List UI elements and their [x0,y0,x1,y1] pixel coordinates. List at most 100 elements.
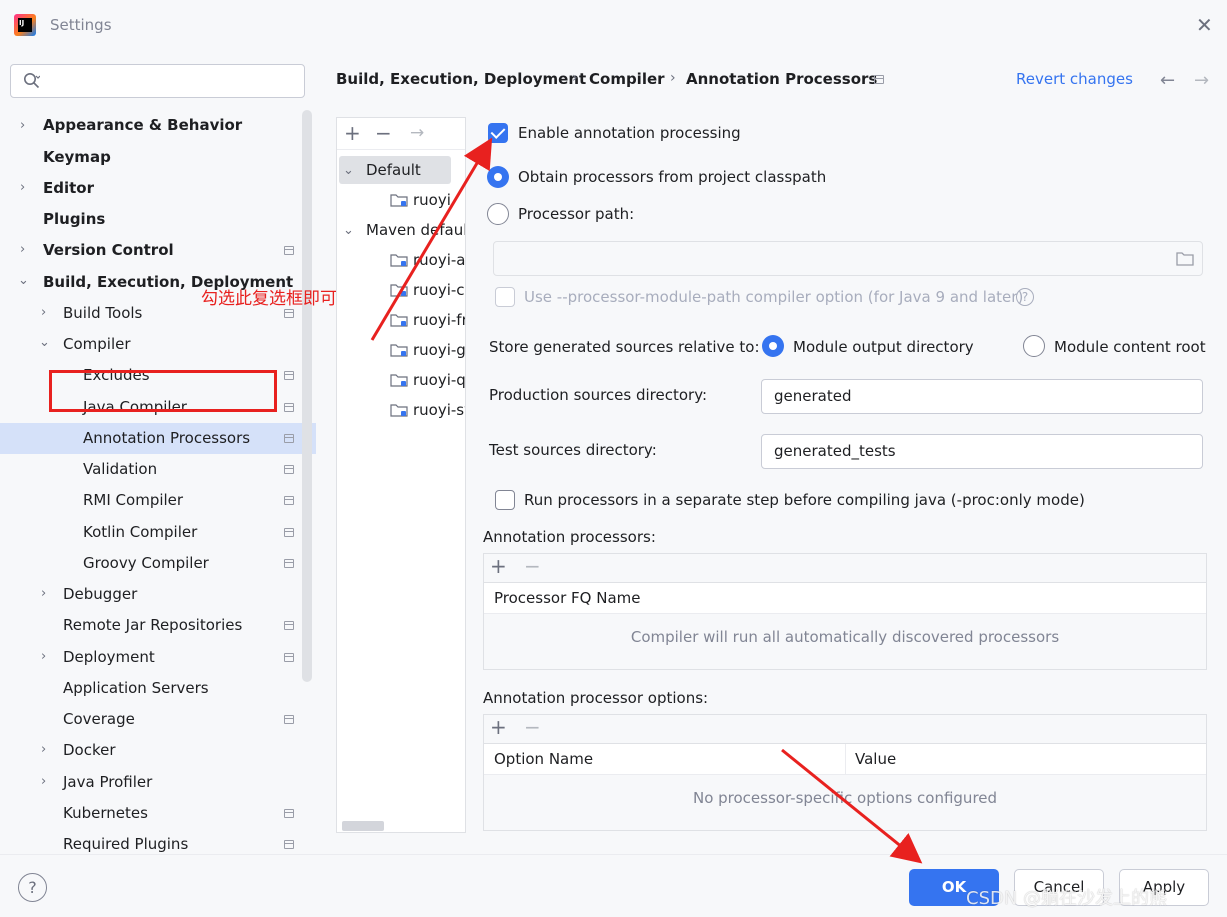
test-sources-label: Test sources directory: [489,441,657,459]
project-settings-icon [284,434,294,443]
options-empty-message: No processor-specific options configured [692,789,998,807]
sidebar-item-validation[interactable]: Validation [83,456,157,482]
sidebar-item-java-profiler[interactable]: Java Profiler [63,769,152,795]
project-settings-icon [874,75,884,84]
project-settings-icon [284,715,294,724]
forward-arrow-icon[interactable]: → [1194,70,1209,91]
module-output-directory-label[interactable]: Module output directory [793,338,974,356]
profile-module[interactable]: ruoyi-framework [413,309,465,331]
sidebar-item-appearance[interactable]: Appearance & Behavior [43,112,242,138]
store-generated-label: Store generated sources relative to: [489,338,760,356]
module-folder-icon [390,314,408,327]
chevron-right-icon[interactable]: › [20,181,34,195]
chevron-down-icon[interactable]: ⌄ [18,274,32,288]
profile-default[interactable]: Default [366,159,421,181]
project-settings-icon [284,465,294,474]
sidebar-item-debugger[interactable]: Debugger [63,581,137,607]
profile-module[interactable]: ruoyi-generator [413,339,465,361]
breadcrumb-compiler[interactable]: Compiler [589,70,665,88]
project-settings-icon [284,403,294,412]
module-path-label: Use --processor-module-path compiler opt… [524,288,1024,306]
close-icon[interactable]: ✕ [1196,13,1213,37]
processor-path-field[interactable] [493,241,1203,276]
sidebar-item-version-control[interactable]: Version Control [43,237,174,263]
settings-sidebar: › Appearance & Behavior Keymap › Editor … [0,50,316,854]
breadcrumb-build-execution[interactable]: Build, Execution, Deployment [336,70,586,88]
run-separate-step-label[interactable]: Run processors in a separate step before… [524,491,1085,509]
chevron-down-icon[interactable]: ⌄ [39,336,53,350]
chevron-right-icon[interactable]: › [41,650,55,664]
profile-module[interactable]: ruoyi [413,189,463,211]
footer-divider [0,854,1227,855]
module-output-directory-radio[interactable] [762,335,784,357]
enable-annotation-processing-checkbox[interactable] [488,123,508,143]
column-option-name[interactable]: Option Name [494,750,593,768]
move-to-icon[interactable]: → [410,122,424,144]
sidebar-item-annotation-processors[interactable]: Annotation Processors [83,425,250,451]
enable-annotation-processing-label[interactable]: Enable annotation processing [518,124,741,142]
sidebar-item-groovy-compiler[interactable]: Groovy Compiler [83,550,209,576]
run-separate-step-checkbox[interactable] [495,490,515,510]
module-path-checkbox[interactable] [495,287,515,307]
obtain-from-classpath-label[interactable]: Obtain processors from project classpath [518,168,826,186]
module-content-root-label[interactable]: Module content root [1054,338,1206,356]
help-circle-icon[interactable]: ? [1016,288,1034,306]
sidebar-item-remote-jar[interactable]: Remote Jar Repositories [63,612,242,638]
sidebar-item-editor[interactable]: Editor [43,175,94,201]
production-sources-input[interactable]: generated [761,379,1203,414]
help-button[interactable]: ? [18,873,47,902]
sidebar-item-compiler[interactable]: Compiler [63,331,131,357]
sidebar-item-coverage[interactable]: Coverage [63,706,135,732]
sidebar-item-docker[interactable]: Docker [63,737,116,763]
sidebar-item-deployment[interactable]: Deployment [63,644,155,670]
remove-icon[interactable]: − [524,555,541,577]
remove-icon[interactable]: − [524,716,541,738]
obtain-from-classpath-radio[interactable] [487,166,509,188]
module-folder-icon [390,404,408,417]
remove-icon[interactable]: − [375,122,392,144]
chevron-right-icon[interactable]: › [41,587,55,601]
sidebar-item-plugins[interactable]: Plugins [43,206,105,232]
processors-empty-message: Compiler will run all automatically disc… [630,628,1060,646]
sidebar-item-kotlin-compiler[interactable]: Kotlin Compiler [83,519,197,545]
column-value[interactable]: Value [855,750,896,768]
profile-module[interactable]: ruoyi-quartz [413,369,465,391]
chevron-right-icon[interactable]: › [20,243,34,257]
sidebar-item-kubernetes[interactable]: Kubernetes [63,800,148,826]
chevron-right-icon[interactable]: › [41,306,55,320]
project-settings-icon [284,371,294,380]
back-arrow-icon[interactable]: ← [1160,70,1175,91]
add-icon[interactable]: + [490,716,507,738]
column-processor-fq-name[interactable]: Processor FQ Name [494,589,640,607]
sidebar-item-build-tools[interactable]: Build Tools [63,300,142,326]
sidebar-item-application-servers[interactable]: Application Servers [63,675,209,701]
search-input[interactable] [10,64,305,98]
add-icon[interactable]: + [490,555,507,577]
profile-module[interactable]: ruoyi-common [413,279,465,301]
processor-path-label[interactable]: Processor path: [518,205,634,223]
project-settings-icon [284,528,294,537]
chevron-right-icon[interactable]: › [41,775,55,789]
processor-options-table: + − Option Name Value No processor-speci… [483,714,1207,831]
chevron-down-icon[interactable]: ⌄ [343,164,357,178]
sidebar-item-rmi-compiler[interactable]: RMI Compiler [83,487,183,513]
chevron-right-icon[interactable]: › [20,119,34,133]
sidebar-item-keymap[interactable]: Keymap [43,144,111,170]
options-table-toolbar: + − [484,715,1206,743]
title-bar: IJ Settings ✕ [0,0,1227,50]
profile-maven-default[interactable]: Maven default [366,219,465,241]
project-settings-icon [284,840,294,849]
processors-table-toolbar: + − [484,554,1206,582]
test-sources-input[interactable]: generated_tests [761,434,1203,469]
browse-folder-icon[interactable] [1176,251,1194,266]
processor-path-radio[interactable] [487,203,509,225]
add-icon[interactable]: + [344,122,361,144]
sidebar-scrollbar[interactable] [302,110,312,682]
revert-changes-link[interactable]: Revert changes [1016,70,1133,88]
profile-module[interactable]: ruoyi-system [413,399,465,421]
chevron-down-icon[interactable]: ⌄ [343,224,357,238]
chevron-right-icon[interactable]: › [41,743,55,757]
module-content-root-radio[interactable] [1023,335,1045,357]
profile-module[interactable]: ruoyi-admin [413,249,465,271]
profiles-horizontal-scrollbar[interactable] [342,821,384,831]
